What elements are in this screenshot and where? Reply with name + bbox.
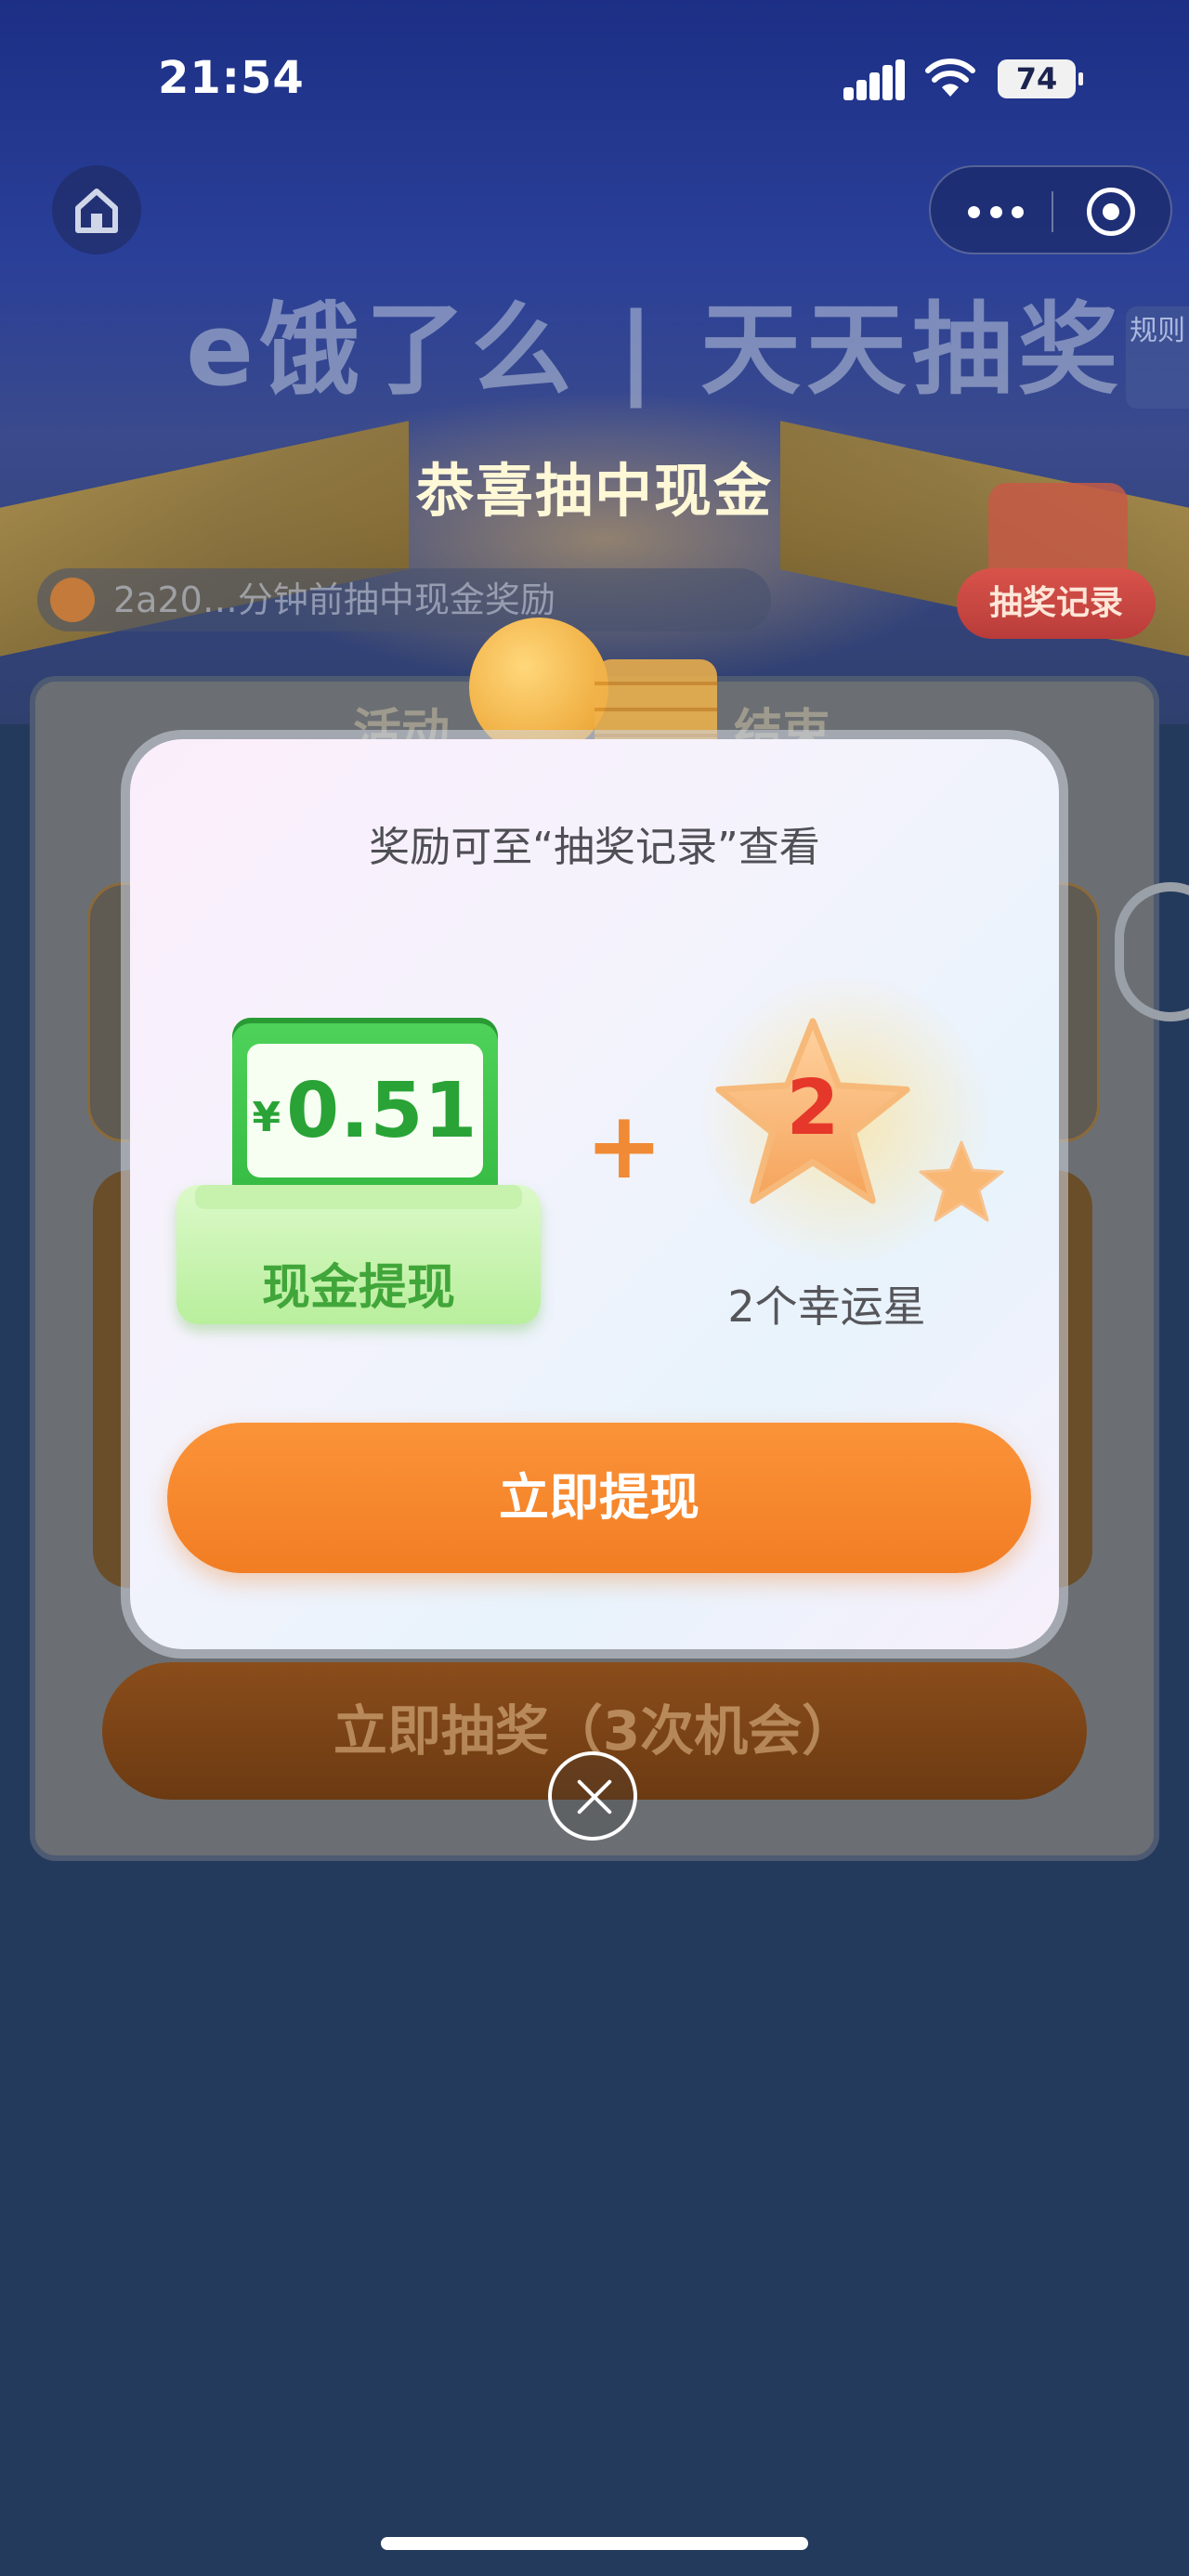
more-dots-icon[interactable] xyxy=(968,202,1024,221)
currency-symbol: ¥ xyxy=(252,1093,281,1141)
cash-amount: 0.51 xyxy=(286,1066,478,1155)
plus-sign: + xyxy=(585,1091,663,1200)
winner-ticker: 2a20…分钟前抽中现金奖励 xyxy=(37,568,771,631)
home-indicator[interactable] xyxy=(381,2537,808,2550)
home-icon xyxy=(75,189,118,233)
coin-decoration xyxy=(469,618,608,757)
rule-tab[interactable]: 规则 xyxy=(1126,306,1189,409)
reward-modal: 奖励可至“抽奖记录”查看 ¥ 0.51 现金提现 + 2 2个幸运星 立即提现 xyxy=(130,739,1059,1649)
wifi-icon xyxy=(925,59,975,97)
miniprogram-capsule xyxy=(929,165,1172,254)
avatar xyxy=(50,578,95,622)
brand-logo: e饿了么 | 天天抽奖 xyxy=(186,293,1124,409)
signal-icon xyxy=(843,59,905,100)
close-icon[interactable] xyxy=(548,1751,637,1841)
cash-label: 现金提现 xyxy=(261,1260,455,1316)
battery-indicator: 74 xyxy=(998,59,1083,98)
home-button[interactable] xyxy=(52,165,141,254)
star-label: 2个幸运星 xyxy=(727,1281,926,1332)
capsule-divider xyxy=(1052,191,1053,232)
target-icon[interactable] xyxy=(1087,188,1135,236)
small-star-icon xyxy=(919,1140,1004,1222)
modal-subtitle: 奖励可至“抽奖记录”查看 xyxy=(369,824,820,871)
star-count: 2 xyxy=(786,1064,840,1152)
ticker-text: 2a20…分钟前抽中现金奖励 xyxy=(113,579,555,620)
cash-tray-lip xyxy=(195,1185,522,1209)
status-time: 21:54 xyxy=(158,52,305,104)
cash-amount-box: ¥ 0.51 xyxy=(247,1044,483,1177)
withdraw-button[interactable]: 立即提现 xyxy=(167,1423,1031,1573)
record-button[interactable]: 抽奖记录 xyxy=(957,568,1156,639)
